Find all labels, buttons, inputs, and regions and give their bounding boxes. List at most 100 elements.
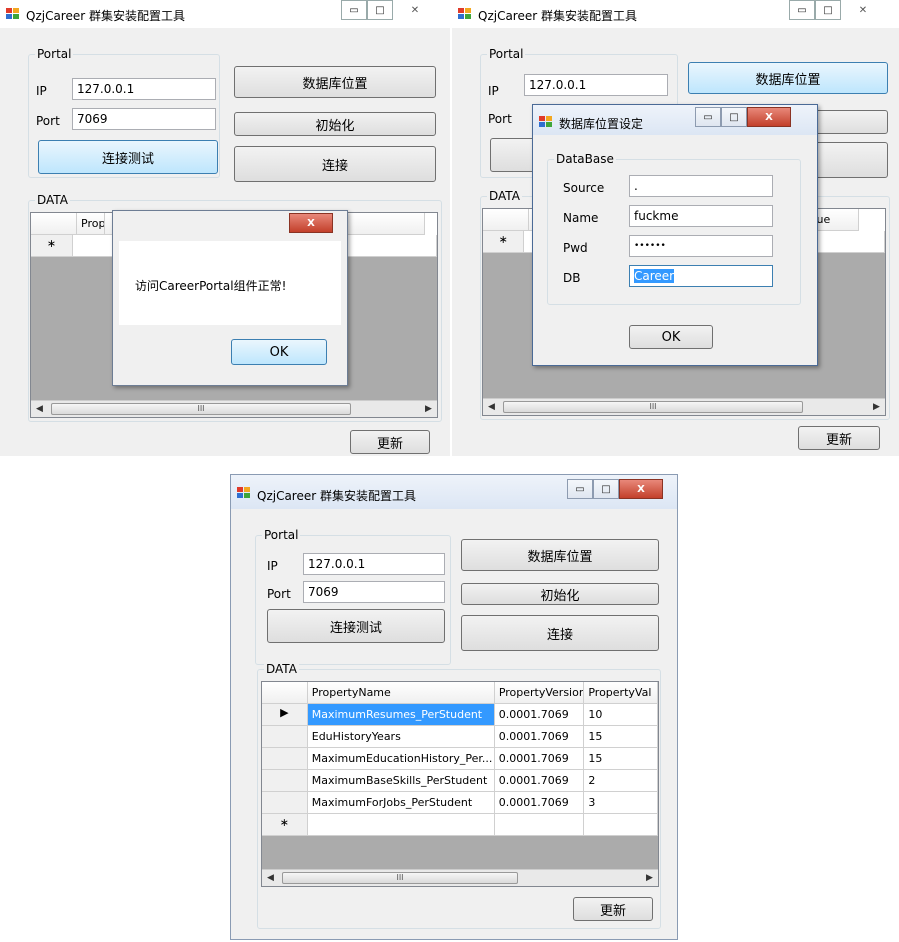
column-header[interactable]: Prope: [77, 213, 105, 235]
row-header: [262, 726, 308, 748]
cell-property-name[interactable]: EduHistoryYears: [307, 726, 495, 748]
title-bar[interactable]: QzjCareer 群集安装配置工具 ▭ □ ✕: [0, 0, 450, 28]
maximize-icon[interactable]: □: [367, 0, 393, 20]
db-input[interactable]: Career: [629, 265, 773, 287]
portal-group-label: Portal: [35, 47, 74, 61]
update-button[interactable]: 更新: [350, 430, 430, 454]
connect-button[interactable]: 连接: [234, 146, 436, 182]
scroll-thumb[interactable]: III: [282, 872, 518, 884]
cell-property-value[interactable]: 15: [584, 748, 658, 770]
minimize-icon[interactable]: ▭: [695, 107, 721, 127]
title-bar[interactable]: QzjCareer 群集安装配置工具 ▭ □ X: [231, 475, 677, 509]
cell-property-name[interactable]: MaximumBaseSkills_PerStudent: [307, 770, 495, 792]
title-bar[interactable]: QzjCareer 群集安装配置工具 ▭ □ ✕: [452, 0, 899, 28]
update-button[interactable]: 更新: [573, 897, 653, 921]
port-input[interactable]: 7069: [303, 581, 445, 603]
cell-property-value[interactable]: 10: [584, 704, 658, 726]
new-row-cell[interactable]: [494, 814, 585, 836]
init-button[interactable]: 初始化: [461, 583, 659, 605]
ok-button[interactable]: OK: [629, 325, 713, 349]
portal-group-label: Portal: [487, 47, 526, 61]
close-icon[interactable]: X: [289, 213, 333, 233]
maximize-icon[interactable]: □: [815, 0, 841, 20]
client-area: Portal IP 127.0.0.1 Port 7069 连接测试 数据库位置…: [239, 511, 669, 931]
update-button[interactable]: 更新: [798, 426, 880, 450]
close-icon[interactable]: X: [747, 107, 791, 127]
column-header-property-version[interactable]: PropertyVersior: [494, 682, 585, 704]
maximize-icon[interactable]: □: [593, 479, 619, 499]
table-row[interactable]: ∗: [262, 814, 658, 836]
grid-corner: [483, 209, 529, 231]
horizontal-scrollbar[interactable]: ◀ III ▶: [31, 400, 437, 417]
close-icon[interactable]: ✕: [393, 0, 437, 20]
app-icon: [539, 116, 553, 129]
port-input[interactable]: 7069: [72, 108, 216, 130]
table-row[interactable]: MaximumBaseSkills_PerStudent 0.0001.7069…: [262, 770, 658, 792]
cell-property-version[interactable]: 0.0001.7069: [494, 770, 585, 792]
minimize-icon[interactable]: ▭: [341, 0, 367, 20]
cell-property-version[interactable]: 0.0001.7069: [494, 792, 585, 814]
table-row[interactable]: ▶ MaximumResumes_PerStudent 0.0001.7069 …: [262, 704, 658, 726]
db-input-selected-text: Career: [634, 269, 675, 283]
table-row[interactable]: MaximumForJobs_PerStudent 0.0001.7069 3: [262, 792, 658, 814]
column-header-property-value[interactable]: PropertyVal: [584, 682, 658, 704]
cell-property-version[interactable]: 0.0001.7069: [494, 748, 585, 770]
scroll-right-icon[interactable]: ▶: [868, 399, 885, 415]
close-icon[interactable]: X: [619, 479, 663, 499]
cell-property-name[interactable]: MaximumEducationHistory_Per...: [307, 748, 495, 770]
ip-input[interactable]: 127.0.0.1: [303, 553, 445, 575]
db-location-button[interactable]: 数据库位置: [461, 539, 659, 571]
init-button[interactable]: 初始化: [234, 112, 436, 136]
db-location-dialog: 数据库位置设定 ▭ □ X DataBase Source . Name fuc…: [532, 104, 818, 366]
ip-input[interactable]: 127.0.0.1: [524, 74, 668, 96]
dialog-title-bar[interactable]: 数据库位置设定 ▭ □ X: [533, 105, 817, 135]
scroll-right-icon[interactable]: ▶: [641, 870, 658, 886]
new-row-cell[interactable]: [584, 814, 658, 836]
new-row-marker: ∗: [262, 814, 308, 836]
connect-test-button[interactable]: 连接测试: [267, 609, 445, 643]
new-row-cell[interactable]: [307, 814, 495, 836]
grid-corner: [262, 682, 308, 704]
cell-property-value[interactable]: 15: [584, 726, 658, 748]
column-header-property-name[interactable]: PropertyName: [307, 682, 495, 704]
horizontal-scrollbar[interactable]: ◀ III ▶: [262, 869, 658, 886]
cell-property-name[interactable]: MaximumResumes_PerStudent: [307, 704, 495, 726]
row-header: [262, 748, 308, 770]
data-grid[interactable]: PropertyName PropertyVersior PropertyVal…: [261, 681, 659, 887]
cell-property-value[interactable]: 3: [584, 792, 658, 814]
close-icon[interactable]: ✕: [841, 0, 885, 20]
data-group-label: DATA: [35, 193, 70, 207]
dialog-client: DataBase Source . Name fuckme Pwd ••••••…: [539, 139, 811, 359]
cell-property-version[interactable]: 0.0001.7069: [494, 704, 585, 726]
app-icon: [237, 487, 251, 500]
app-icon: [458, 8, 472, 21]
scroll-left-icon[interactable]: ◀: [262, 870, 279, 886]
port-label: Port: [36, 114, 60, 128]
cell-property-version[interactable]: 0.0001.7069: [494, 726, 585, 748]
maximize-icon[interactable]: □: [721, 107, 747, 127]
database-group-label: DataBase: [554, 152, 616, 166]
source-input[interactable]: .: [629, 175, 773, 197]
table-row[interactable]: EduHistoryYears 0.0001.7069 15: [262, 726, 658, 748]
pwd-input[interactable]: ••••••: [629, 235, 773, 257]
db-location-button[interactable]: 数据库位置: [688, 62, 888, 94]
cell-property-value[interactable]: 2: [584, 770, 658, 792]
cell-property-name[interactable]: MaximumForJobs_PerStudent: [307, 792, 495, 814]
scroll-left-icon[interactable]: ◀: [31, 401, 48, 417]
db-location-button[interactable]: 数据库位置: [234, 66, 436, 98]
connect-button[interactable]: 连接: [461, 615, 659, 651]
name-label: Name: [563, 211, 599, 225]
ip-input[interactable]: 127.0.0.1: [72, 78, 216, 100]
minimize-icon[interactable]: ▭: [567, 479, 593, 499]
horizontal-scrollbar[interactable]: ◀ III ▶: [483, 398, 885, 415]
grid-corner: [31, 213, 77, 235]
scroll-thumb[interactable]: III: [503, 401, 803, 413]
minimize-icon[interactable]: ▭: [789, 0, 815, 20]
connect-test-button[interactable]: 连接测试: [38, 140, 218, 174]
table-row[interactable]: MaximumEducationHistory_Per... 0.0001.70…: [262, 748, 658, 770]
ok-button[interactable]: OK: [231, 339, 327, 365]
scroll-thumb[interactable]: III: [51, 403, 351, 415]
scroll-left-icon[interactable]: ◀: [483, 399, 500, 415]
scroll-right-icon[interactable]: ▶: [420, 401, 437, 417]
name-input[interactable]: fuckme: [629, 205, 773, 227]
